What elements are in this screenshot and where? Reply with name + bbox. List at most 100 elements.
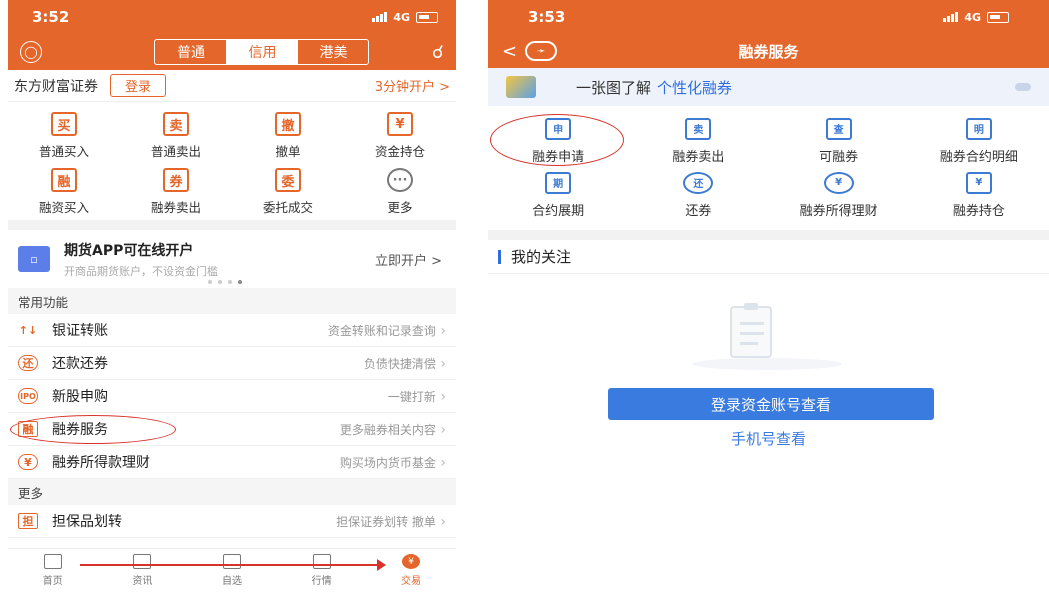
list-item-securities-lending[interactable]: 融融券服务 更多融券相关内容 xyxy=(8,413,456,446)
grid-item-margin-buy[interactable]: 融融资买入 xyxy=(8,164,120,220)
bottom-tab-bar: 首页 资讯 自选 行情 ¥ 交易 xyxy=(8,548,456,592)
ipo-icon: IPO xyxy=(18,388,38,404)
sell-icon: 卖 xyxy=(685,117,712,140)
nav-bar: < ➛ 融券服务 xyxy=(488,34,1049,68)
login-fund-account-button[interactable]: 登录资金账号查看 xyxy=(608,388,934,420)
back-icon[interactable]: < xyxy=(502,41,517,62)
grid-item-holdings[interactable]: ¥ 融券持仓 xyxy=(909,168,1049,222)
market-icon xyxy=(312,554,331,569)
promo-subtitle: 开商品期货账户，不设资金门槛 xyxy=(64,264,218,278)
futures-icon: ▫ xyxy=(18,246,50,272)
trade-grid: 买普通买入 卖普通卖出 撤撤单 ¥ 资金持仓 融融资买入 券融券卖出 委委托成交 … xyxy=(8,102,456,220)
status-time: 3:53 xyxy=(528,8,566,26)
grid-item-short-sell[interactable]: 卖融券卖出 xyxy=(628,114,768,168)
empty-state-illustration xyxy=(682,303,852,370)
house-yuan-icon: ¥ xyxy=(965,171,992,194)
status-bar: 3:52 4G xyxy=(8,0,456,34)
grid-item-holdings[interactable]: ¥ 资金持仓 xyxy=(344,108,456,164)
grid-item-normal-sell[interactable]: 卖普通卖出 xyxy=(120,108,232,164)
grid-item-normal-buy[interactable]: 买普通买入 xyxy=(8,108,120,164)
phone-view-link[interactable]: 手机号查看 xyxy=(488,428,1049,449)
promo-banner[interactable]: 一张图了解 个性化融券 xyxy=(488,68,1049,106)
grid-item-return[interactable]: 还还券 xyxy=(628,168,768,222)
repay-icon: 还 xyxy=(18,355,38,371)
left-screen: 3:52 4G ◯ 普通 信用 港美 ☌ 东方财富证券 登录 3分钟开户 > 买… xyxy=(8,0,456,602)
promo-title: 期货APP可在线开户 xyxy=(64,242,194,259)
right-screen: 3:53 4G < ➛ 融券服务 一张图了解 个性化融券 申融券申请 卖融券卖出… xyxy=(488,0,1049,602)
tab-news[interactable]: 资讯 xyxy=(98,549,188,592)
network-label: 4G xyxy=(393,10,410,24)
banner-illustration xyxy=(506,76,536,98)
grid-item-more[interactable]: ··· 更多 xyxy=(344,164,456,220)
battery-icon xyxy=(987,11,1009,23)
broker-name: 东方财富证券 xyxy=(14,78,98,95)
grid-item-cancel[interactable]: 撤撤单 xyxy=(232,108,344,164)
carousel-dots xyxy=(208,280,242,284)
tab-market[interactable]: 行情 xyxy=(277,549,367,592)
grid-item-orders[interactable]: 委委托成交 xyxy=(232,164,344,220)
cancel-icon: 撤 xyxy=(275,112,301,136)
clipboard-icon xyxy=(730,303,772,358)
open-account-link[interactable]: 3分钟开户 > xyxy=(375,76,450,95)
top-nav: ◯ 普通 信用 港美 ☌ xyxy=(8,34,456,70)
segment-normal[interactable]: 普通 xyxy=(155,40,226,64)
orders-icon: 委 xyxy=(275,168,301,192)
search-doc-icon: 查 xyxy=(825,117,852,140)
more-icon: ··· xyxy=(387,168,413,192)
segment-hk-us[interactable]: 港美 xyxy=(297,40,368,64)
return-icon: 还 xyxy=(683,171,714,194)
page-title: 融券服务 xyxy=(738,42,799,61)
broker-bar: 东方财富证券 登录 3分钟开户 > xyxy=(8,70,456,102)
search-icon[interactable]: ☌ xyxy=(432,42,444,63)
watchlist-icon xyxy=(222,554,241,569)
highlight-circle xyxy=(490,114,624,166)
trade-icon: ¥ xyxy=(402,554,421,569)
collateral-icon: 担 xyxy=(18,513,38,529)
list-item-ipo[interactable]: IPO 新股申购 一键打新 xyxy=(8,380,456,413)
login-button[interactable]: 登录 xyxy=(110,74,167,97)
yuan-icon: ¥ xyxy=(387,112,413,136)
yuan-icon: ¥ xyxy=(18,454,38,470)
coupon-icon: 券 xyxy=(163,168,189,192)
promo-open-link[interactable]: 立即开户 > xyxy=(375,250,442,269)
home-icon xyxy=(43,554,62,569)
tab-watchlist[interactable]: 自选 xyxy=(187,549,277,592)
margin-icon: 融 xyxy=(51,168,77,192)
grid-item-extension[interactable]: 期合约展期 xyxy=(488,168,628,222)
list-item-repay[interactable]: 还还款还券 负债快捷清偿 xyxy=(8,347,456,380)
signal-icon xyxy=(943,12,959,22)
my-follow-header: 我的关注 xyxy=(488,240,1049,274)
tab-home[interactable]: 首页 xyxy=(8,549,98,592)
grid-item-short-sell[interactable]: 券融券卖出 xyxy=(120,164,232,220)
signal-icon xyxy=(372,12,388,22)
list-item-collateral-transfer[interactable]: 担担保品划转 担保证券划转 撤单 xyxy=(8,505,456,538)
section-more: 更多 xyxy=(8,479,456,505)
status-time: 3:52 xyxy=(32,8,70,26)
app-logo-icon: ➛ xyxy=(525,41,558,61)
grid-item-proceeds-finance[interactable]: ¥ 融券所得理财 xyxy=(769,168,909,222)
account-type-segment: 普通 信用 港美 xyxy=(154,39,370,65)
buy-icon: 买 xyxy=(51,112,77,136)
lending-grid: 申融券申请 卖融券卖出 查可融券 明融券合约明细 期合约展期 还还券 ¥ 融券所得… xyxy=(488,106,1049,230)
section-common: 常用功能 xyxy=(8,288,456,314)
transfer-icon: ↑↓ xyxy=(18,323,38,337)
annotation-arrow xyxy=(80,559,386,571)
banner-indicator-icon xyxy=(1015,83,1031,91)
common-list: ↑↓银证转账资金转账和记录查询 还还款还券负债快捷清偿 IPO新股申购一键打新 … xyxy=(8,314,456,479)
status-bar: 3:53 4G xyxy=(488,0,1049,34)
detail-icon: 明 xyxy=(965,117,992,140)
list-item-bank-transfer[interactable]: ↑↓ 银证转账 资金转账和记录查询 xyxy=(8,314,456,347)
news-icon xyxy=(133,554,152,569)
sell-icon: 卖 xyxy=(163,112,189,136)
highlight-circle xyxy=(10,415,176,444)
network-label: 4G xyxy=(964,10,981,24)
battery-icon xyxy=(416,11,438,23)
segment-credit[interactable]: 信用 xyxy=(226,40,298,64)
grid-item-available[interactable]: 查可融券 xyxy=(769,114,909,168)
futures-promo[interactable]: ▫ 期货APP可在线开户 开商品期货账户，不设资金门槛 立即开户 > xyxy=(8,230,456,288)
user-icon[interactable]: ◯ xyxy=(20,41,42,63)
grid-item-contract-detail[interactable]: 明融券合约明细 xyxy=(909,114,1049,168)
list-item-proceeds-finance[interactable]: ¥ 融券所得款理财 购买场内货币基金 xyxy=(8,446,456,479)
yuan-icon: ¥ xyxy=(823,171,854,194)
calendar-icon: 期 xyxy=(545,171,572,194)
